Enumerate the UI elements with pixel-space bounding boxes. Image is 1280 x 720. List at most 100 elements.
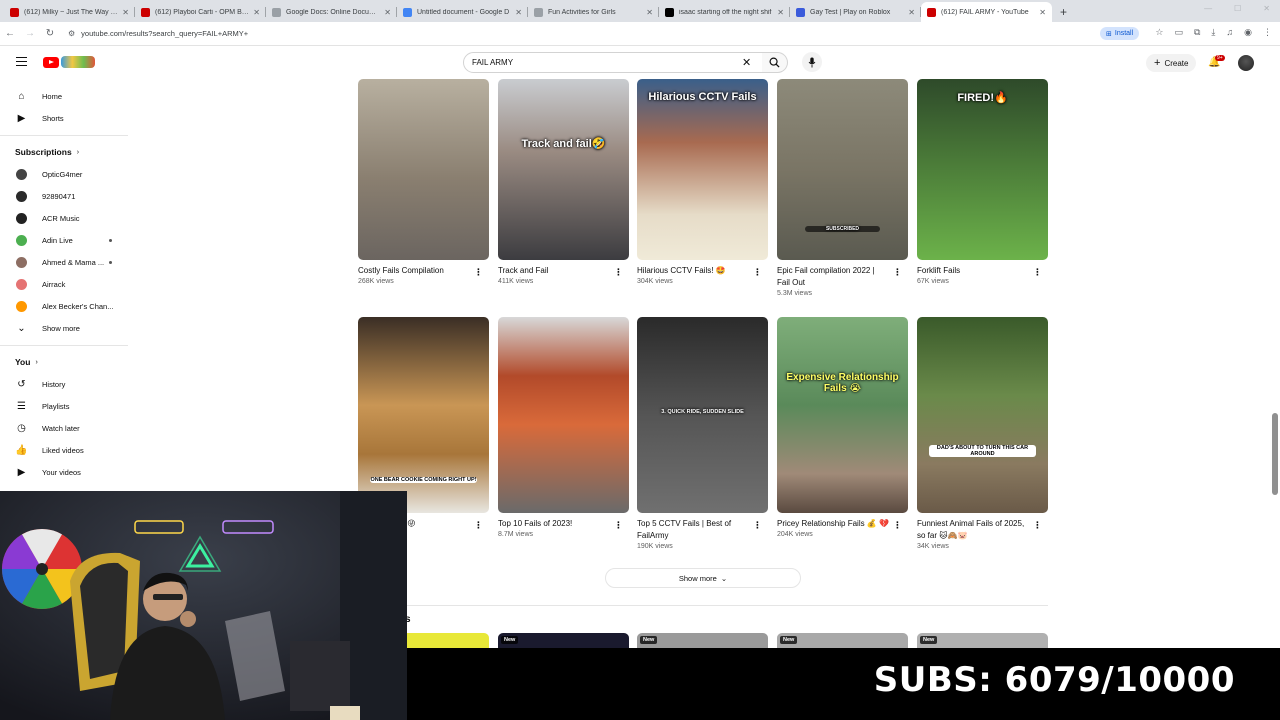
video-card[interactable]: 3. QUICK RIDE, SUDDEN SLIDE Top 5 CCTV Fa… [637, 317, 768, 550]
sidebar-item-your-videos[interactable]: ▶ Your videos [0, 461, 130, 483]
sidebar-subscription-item[interactable]: 92890471 [0, 185, 130, 207]
video-thumbnail[interactable]: New [498, 633, 629, 648]
maximize-icon[interactable]: ☐ [1234, 4, 1241, 13]
forward-icon[interactable]: → [20, 28, 40, 39]
video-thumbnail[interactable] [498, 317, 629, 513]
video-thumbnail[interactable]: SUBSCRIBED [777, 79, 908, 260]
search-input[interactable]: FAIL ARMY [463, 52, 763, 73]
downloads-icon[interactable]: ⤓ [1211, 27, 1215, 38]
tab-close-icon[interactable]: ✕ [908, 8, 915, 17]
cast-icon[interactable]: ▭ [1174, 27, 1183, 38]
video-thumbnail[interactable]: ONE BEAR COOKIE COMING RIGHT UP! [358, 317, 489, 513]
video-title[interactable]: Funniest Animal Fails of 2025, so far 🐱🙈… [917, 518, 1029, 542]
video-thumbnail[interactable]: Track and fail🤣 [498, 79, 629, 260]
tab-close-icon[interactable]: ✕ [777, 8, 784, 17]
sidebar-item-watch-later[interactable]: ◷ Watch later [0, 417, 130, 439]
video-card[interactable]: Hilarious CCTV Fails Hilarious CCTV Fails… [637, 79, 768, 285]
subscriptions-heading[interactable]: Subscriptions › [0, 141, 130, 163]
browser-menu-icon[interactable]: ⋮ [1263, 27, 1272, 38]
browser-tab[interactable]: (612) FAIL ARMY - YouTube ✕ [921, 2, 1052, 22]
bookmark-star-icon[interactable]: ☆ [1155, 27, 1163, 38]
sidebar-item-history[interactable]: ↺ History [0, 373, 130, 395]
sidebar-subscription-item[interactable]: Airrack [0, 273, 130, 295]
sidebar-subscription-item[interactable]: Adin Live [0, 229, 130, 251]
video-more-options-icon[interactable]: ⋮ [1033, 267, 1042, 278]
reload-icon[interactable]: ↻ [40, 28, 60, 39]
video-card[interactable]: Track and fail🤣 Track and Fail 411K views ⋮ [498, 79, 629, 285]
sidebar-subscription-item[interactable]: ACR Music [0, 207, 130, 229]
sidebar-item-shorts[interactable]: ▶ Shorts [0, 107, 130, 129]
browser-tab[interactable]: Untitled document - Google D ✕ [397, 2, 528, 22]
video-card[interactable]: Expensive Relationship Fails 😭 Pricey Rel… [777, 317, 908, 538]
video-more-options-icon[interactable]: ⋮ [1033, 520, 1042, 531]
browser-tab[interactable]: Google Docs: Online Document ✕ [266, 2, 397, 22]
video-thumbnail[interactable]: Hilarious CCTV Fails [637, 79, 768, 260]
extensions-icon[interactable]: ⧉ [1194, 27, 1200, 38]
sidebar-item-liked-videos[interactable]: 👍 Liked videos [0, 439, 130, 461]
sidebar-subscription-item[interactable]: Alex Becker's Chan... [0, 295, 130, 317]
video-more-options-icon[interactable]: ⋮ [474, 267, 483, 278]
video-title[interactable]: Costly Fails Compilation [358, 265, 470, 277]
video-card[interactable]: DAD'S ABOUT TO TURN THIS CAR AROUND Funni… [917, 317, 1048, 550]
install-app-button[interactable]: ⊞ Install [1100, 27, 1140, 40]
video-card[interactable]: Top 10 Fails of 2023! 8.7M views ⋮ [498, 317, 629, 538]
media-icon[interactable]: ♫ [1226, 27, 1233, 38]
you-heading[interactable]: You › [0, 351, 130, 373]
video-title[interactable]: Forklift Fails [917, 265, 1029, 277]
video-title[interactable]: Top 10 Fails of 2023! [498, 518, 610, 530]
clear-search-icon[interactable]: ✕ [742, 56, 751, 69]
sidebar-item-home[interactable]: ⌂ Home [0, 85, 130, 107]
video-thumbnail[interactable]: New [917, 633, 1048, 648]
video-card[interactable]: Costly Fails Compilation 268K views ⋮ [358, 79, 489, 285]
video-more-options-icon[interactable]: ⋮ [474, 520, 483, 531]
tab-close-icon[interactable]: ✕ [515, 8, 522, 17]
video-card[interactable]: FIRED!🔥 Forklift Fails 67K views ⋮ [917, 79, 1048, 285]
page-scrollbar[interactable] [1272, 413, 1278, 495]
video-thumbnail[interactable]: FIRED!🔥 [917, 79, 1048, 260]
video-card[interactable]: SUBSCRIBED Epic Fail compilation 2022 | F… [777, 79, 908, 297]
video-more-options-icon[interactable]: ⋮ [753, 520, 762, 531]
video-more-options-icon[interactable]: ⋮ [614, 520, 623, 531]
video-title[interactable]: Track and Fail [498, 265, 610, 277]
video-thumbnail[interactable]: 3. QUICK RIDE, SUDDEN SLIDE [637, 317, 768, 513]
video-thumbnail[interactable]: New [637, 633, 768, 648]
video-thumbnail[interactable]: New [777, 633, 908, 648]
tab-close-icon[interactable]: ✕ [384, 8, 391, 17]
sidebar-show-more[interactable]: ⌄ Show more [0, 317, 130, 339]
video-more-options-icon[interactable]: ⋮ [614, 267, 623, 278]
youtube-logo[interactable] [43, 56, 95, 68]
browser-tab[interactable]: Gay Test | Play on Roblox ✕ [790, 2, 921, 22]
video-title[interactable]: Epic Fail compilation 2022 | Fail Out [777, 265, 889, 289]
hamburger-menu-icon[interactable] [16, 57, 27, 66]
sidebar-subscription-item[interactable]: Ahmed & Mama ... [0, 251, 130, 273]
profile-icon[interactable]: ◉ [1244, 27, 1252, 38]
back-icon[interactable]: ← [0, 28, 20, 39]
video-title[interactable]: Hilarious CCTV Fails! 🤩 [637, 265, 749, 277]
site-info-icon[interactable]: ⚙ [68, 29, 75, 38]
browser-tab[interactable]: (612) Milky ~ Just The Way You ✕ [4, 2, 135, 22]
tab-close-icon[interactable]: ✕ [1039, 8, 1046, 17]
new-tab-button[interactable]: + [1060, 5, 1067, 19]
video-more-options-icon[interactable]: ⋮ [893, 267, 902, 278]
tab-close-icon[interactable]: ✕ [122, 8, 129, 17]
sidebar-subscription-item[interactable]: OpticG4mer [0, 163, 130, 185]
browser-tab[interactable]: Fun Activities for Girls ✕ [528, 2, 659, 22]
video-more-options-icon[interactable]: ⋮ [893, 520, 902, 531]
video-thumbnail[interactable]: Expensive Relationship Fails 😭 [777, 317, 908, 513]
video-title[interactable]: Top 5 CCTV Fails | Best of FailArmy [637, 518, 749, 542]
account-avatar[interactable] [1238, 55, 1254, 71]
minimize-icon[interactable]: — [1204, 4, 1212, 13]
video-more-options-icon[interactable]: ⋮ [753, 267, 762, 278]
browser-tab[interactable]: isaac starting off the night shif ✕ [659, 2, 790, 22]
tab-close-icon[interactable]: ✕ [253, 8, 260, 17]
create-button[interactable]: + Create [1146, 54, 1197, 72]
search-button[interactable] [762, 52, 788, 73]
url-field[interactable]: ⚙ youtube.com/results?search_query=FAIL+… [68, 29, 1068, 38]
browser-tab[interactable]: (612) Playboi Carti - OPM BAB ✕ [135, 2, 266, 22]
tab-close-icon[interactable]: ✕ [646, 8, 653, 17]
close-window-icon[interactable]: ✕ [1263, 4, 1270, 13]
sidebar-item-playlists[interactable]: ☰ Playlists [0, 395, 130, 417]
show-more-button[interactable]: Show more ⌄ [605, 568, 801, 588]
voice-search-button[interactable] [802, 52, 822, 72]
video-title[interactable]: Pricey Relationship Fails 💰 💔 [777, 518, 889, 530]
